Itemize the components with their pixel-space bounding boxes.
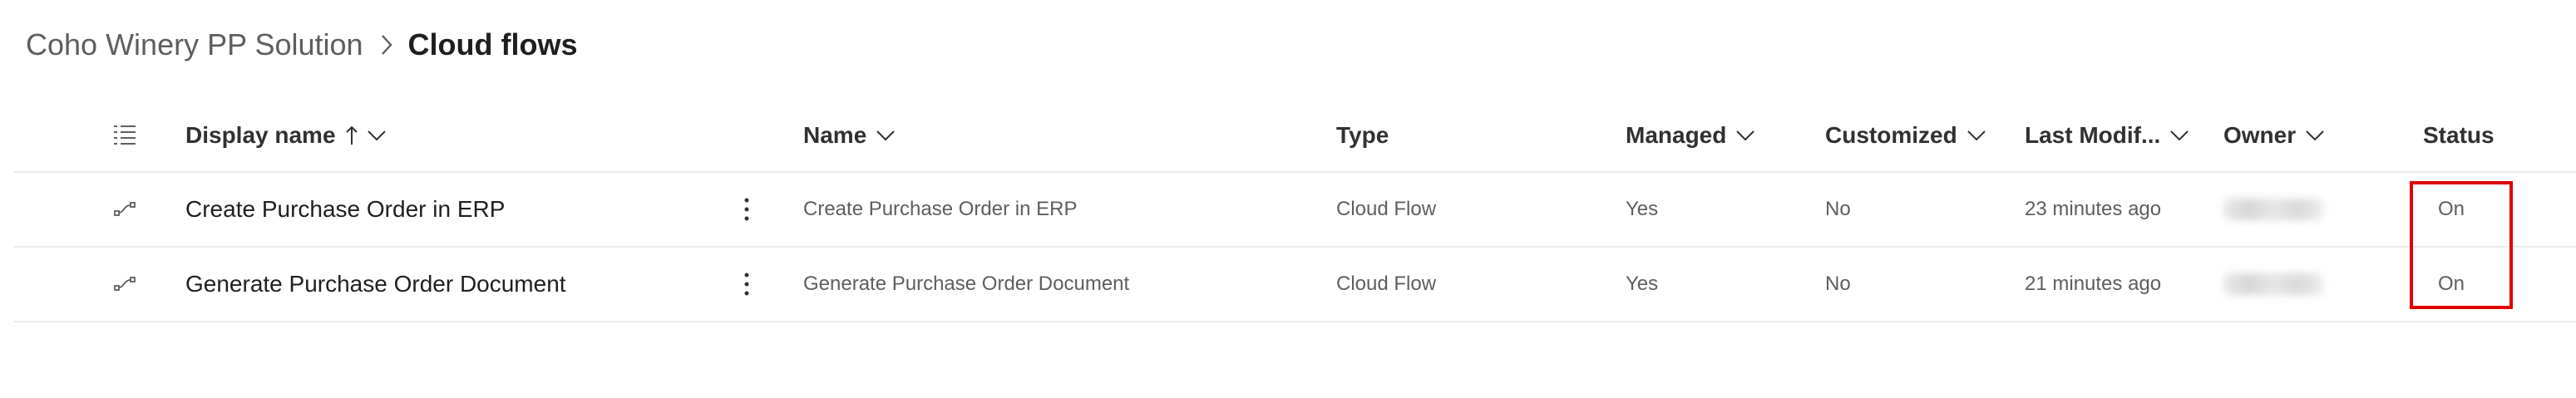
header-name[interactable]: Name xyxy=(803,100,895,171)
header-last-modified[interactable]: Last Modif... xyxy=(2025,100,2189,171)
chevron-down-icon[interactable] xyxy=(1736,130,1755,141)
chevron-right-icon xyxy=(380,34,393,56)
select-all-icon[interactable] xyxy=(108,100,141,171)
header-managed[interactable]: Managed xyxy=(1626,100,1755,171)
row-owner-redacted xyxy=(2223,173,2323,246)
row-type: Cloud Flow xyxy=(1336,198,1437,220)
row-type: Cloud Flow xyxy=(1336,273,1437,295)
cloud-flow-icon xyxy=(108,248,141,321)
header-display-name[interactable]: Display name xyxy=(185,100,386,171)
header-name-label: Name xyxy=(803,122,867,148)
table-row[interactable]: Generate Purchase Order Document Generat… xyxy=(13,248,2576,322)
header-last-modified-label: Last Modif... xyxy=(2025,122,2161,148)
header-status[interactable]: Status xyxy=(2423,100,2495,171)
page-title: Cloud flows xyxy=(407,27,578,61)
solution-cloud-flows-page: Coho Winery PP Solution Cloud flows Disp… xyxy=(0,0,2576,398)
header-type-label: Type xyxy=(1336,122,1389,148)
header-type[interactable]: Type xyxy=(1336,100,1389,171)
row-name: Generate Purchase Order Document xyxy=(803,273,1130,295)
header-customized[interactable]: Customized xyxy=(1825,100,1986,171)
cloud-flows-grid: Display name Name Type Managed Customize… xyxy=(13,100,2576,322)
header-status-label: Status xyxy=(2423,122,2495,148)
header-managed-label: Managed xyxy=(1626,122,1727,148)
header-customized-label: Customized xyxy=(1825,122,1957,148)
chevron-down-icon[interactable] xyxy=(2170,130,2189,141)
row-managed: Yes xyxy=(1626,273,1659,295)
cloud-flow-icon xyxy=(108,173,141,246)
header-display-name-label: Display name xyxy=(185,122,336,148)
row-managed: Yes xyxy=(1626,198,1659,220)
row-display-name[interactable]: Create Purchase Order in ERP xyxy=(185,173,505,246)
grid-header-row: Display name Name Type Managed Customize… xyxy=(13,100,2576,173)
chevron-down-icon[interactable] xyxy=(876,130,895,141)
row-customized: No xyxy=(1825,273,1851,295)
row-customized: No xyxy=(1825,198,1851,220)
chevron-down-icon[interactable] xyxy=(1967,130,1986,141)
header-owner-label: Owner xyxy=(2223,122,2297,148)
table-row[interactable]: Create Purchase Order in ERP Create Purc… xyxy=(13,173,2576,248)
header-owner[interactable]: Owner xyxy=(2223,100,2324,171)
status-highlight-box xyxy=(2410,181,2513,309)
row-last-modified: 23 minutes ago xyxy=(2025,198,2162,220)
row-name: Create Purchase Order in ERP xyxy=(803,198,1078,220)
chevron-down-icon[interactable] xyxy=(367,130,386,141)
more-options-icon[interactable] xyxy=(730,173,763,246)
row-display-name[interactable]: Generate Purchase Order Document xyxy=(185,248,566,321)
row-owner-redacted xyxy=(2223,248,2323,321)
breadcrumb-solution-link[interactable]: Coho Winery PP Solution xyxy=(26,27,363,62)
more-options-icon[interactable] xyxy=(730,248,763,321)
arrow-up-icon xyxy=(345,125,358,146)
row-last-modified: 21 minutes ago xyxy=(2025,273,2162,295)
breadcrumb: Coho Winery PP Solution Cloud flows xyxy=(26,23,578,66)
chevron-down-icon[interactable] xyxy=(2306,130,2324,141)
